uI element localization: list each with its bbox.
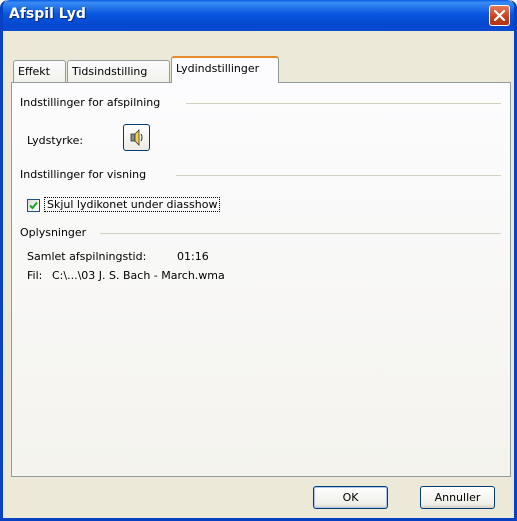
display-divider: [176, 175, 501, 176]
close-button[interactable]: [489, 5, 510, 26]
tab-tidsindstilling-label: Tidsindstilling: [72, 65, 148, 78]
title-bar[interactable]: Afspil Lyd: [3, 0, 514, 31]
tab-tidsindstilling[interactable]: Tidsindstilling: [67, 60, 170, 83]
total-time-label: Samlet afspilningstid:: [27, 250, 147, 263]
file-label: Fil:: [27, 269, 43, 282]
dialog-window: Afspil Lyd Effekt Tidsindstilling Lydind…: [0, 0, 517, 521]
checkmark-icon: [29, 201, 38, 210]
playback-divider: [186, 103, 501, 104]
total-time-value: 01:16: [177, 250, 209, 263]
hide-icon-label[interactable]: Skjul lydikonet under diasshow: [44, 197, 221, 212]
ok-button[interactable]: OK: [313, 486, 388, 509]
tab-effekt[interactable]: Effekt: [13, 60, 66, 83]
display-group-label: Indstillinger for visning: [20, 168, 147, 181]
info-group-label: Oplysninger: [20, 226, 87, 239]
hide-icon-checkbox[interactable]: [27, 199, 40, 212]
info-divider: [100, 233, 501, 234]
tab-effekt-label: Effekt: [18, 65, 50, 78]
speaker-icon: [130, 129, 143, 146]
tab-panel: Indstillinger for afspilning Lydstyrke: …: [11, 82, 511, 477]
tab-lydindstillinger-label: Lydindstillinger: [176, 62, 260, 75]
window-title: Afspil Lyd: [9, 6, 86, 22]
cancel-button[interactable]: Annuller: [420, 486, 495, 509]
close-icon: [494, 10, 505, 21]
tab-lydindstillinger[interactable]: Lydindstillinger: [171, 56, 279, 83]
file-value: C:\...\03 J. S. Bach - March.wma: [52, 269, 225, 282]
volume-label: Lydstyrke:: [27, 134, 84, 147]
volume-button[interactable]: [123, 124, 150, 151]
playback-group-label: Indstillinger for afspilning: [20, 96, 161, 109]
